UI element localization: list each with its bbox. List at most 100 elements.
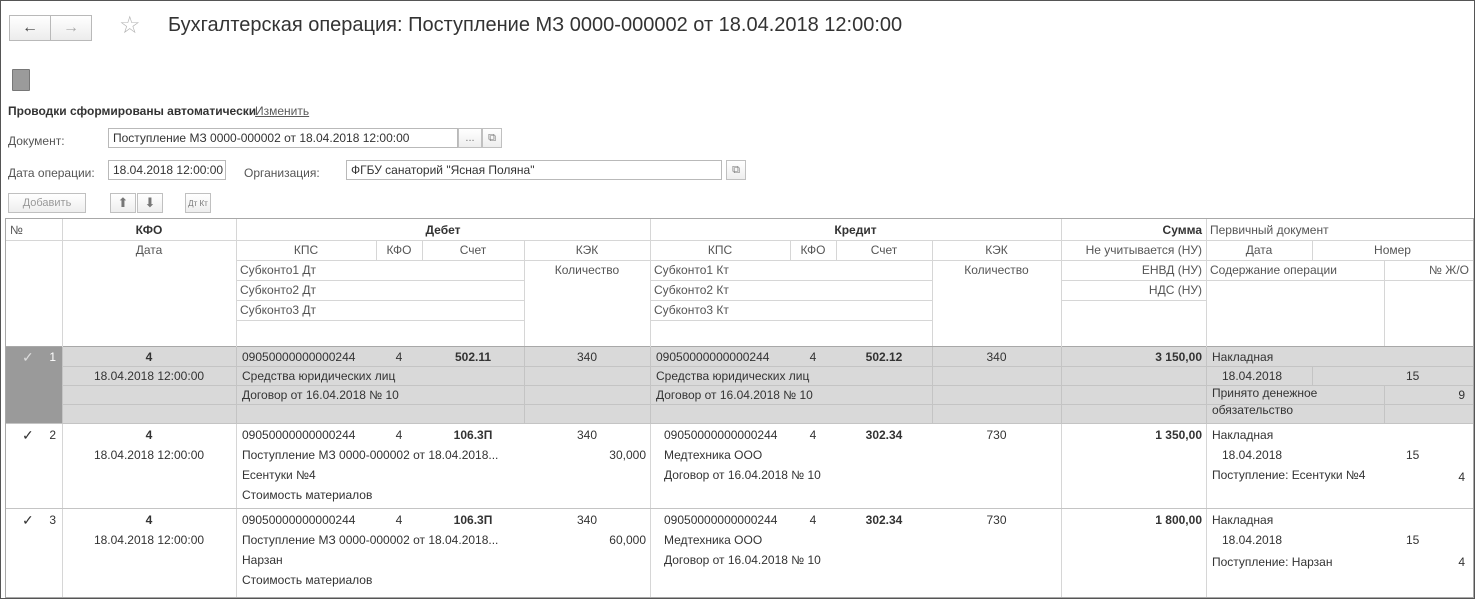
forward-arrow-icon: → (63, 19, 79, 36)
header-sub1-kt: Субконто1 Кт (654, 263, 729, 277)
header-dt-kek: КЭК (575, 243, 599, 257)
header-qty-kt: Количество (964, 263, 1029, 277)
header-sub3-dt: Субконто3 Дт (240, 303, 317, 317)
row-pd-date: 18.04.2018 (1222, 448, 1283, 462)
header-op-content: Содержание операции (1210, 263, 1337, 277)
row-no: 1 (49, 350, 56, 364)
row-date: 18.04.2018 12:00:00 (93, 369, 205, 383)
row-content: Принято денежное обязательство (1212, 386, 1318, 417)
row-dt-kfo: 4 (395, 428, 403, 442)
page-title: Бухгалтерская операция: Поступление МЗ 0… (168, 14, 903, 36)
row-jo: 4 (1458, 555, 1465, 569)
row-dt-sub1: Поступление МЗ 0000-000002 от 18.04.2018… (242, 448, 499, 462)
row-kt-sub2: Договор от 16.04.2018 № 10 (664, 553, 821, 567)
header-sub2-dt: Субконто2 Дт (240, 283, 317, 297)
row-content: Поступление: Нарзан (1212, 555, 1333, 569)
header-sub1-dt: Субконто1 Дт (240, 263, 317, 277)
row-kt-kek: 340 (986, 350, 1007, 364)
row-kt-kek: 730 (986, 513, 1007, 527)
row-pd-number: 15 (1406, 369, 1420, 383)
row-dt-sub2: Есентуки №4 (242, 468, 316, 482)
arrow-up-icon[interactable]: ⬆ (110, 193, 136, 213)
header-debit: Дебет (425, 223, 461, 237)
row-no: 3 (49, 513, 56, 527)
star-icon[interactable]: ☆ (119, 11, 141, 40)
row-dt-account: 502.11 (454, 350, 492, 364)
row-dt-kfo: 4 (395, 350, 403, 364)
row-jo: 4 (1458, 470, 1465, 484)
open-icon[interactable]: ⧉ (482, 128, 502, 148)
row-pd-date: 18.04.2018 (1222, 533, 1283, 547)
row-pd-date: 18.04.2018 (1222, 369, 1283, 383)
row-dt-kek: 340 (576, 428, 598, 442)
row-jo: 9 (1458, 388, 1465, 402)
row-kt-sub1: Средства юридических лиц (656, 369, 810, 383)
row-dt-kek: 340 (576, 513, 598, 527)
row-dt-sub1: Средства юридических лиц (242, 369, 396, 383)
row-no: 2 (49, 428, 56, 442)
postings-table: № КФО Дебет Кредит Сумма Первичный докум… (5, 218, 1474, 598)
header-kt-kek: КЭК (985, 243, 1008, 257)
row-kt-kps: 09050000000000244 (664, 428, 778, 442)
row-kt-sub1: Медтехника ООО (664, 448, 763, 462)
dtkt-icon[interactable]: Дт Кт (185, 193, 211, 213)
header-kt-kfo: КФО (800, 243, 826, 257)
row-pd-doc: Накладная (1212, 350, 1274, 364)
change-link[interactable]: Изменить (255, 104, 309, 118)
row-dt-kfo: 4 (395, 513, 403, 527)
select-button[interactable]: ... (458, 128, 482, 148)
row-kt-sub1: Медтехника ООО (664, 533, 763, 547)
header-primary-doc: Первичный документ (1210, 223, 1329, 237)
row-pd-number: 15 (1406, 533, 1420, 547)
add-button[interactable]: Добавить (8, 193, 86, 213)
row-kt-kfo: 4 (809, 513, 817, 527)
document-label: Документ: (8, 134, 65, 148)
row-dt-qty: 60,000 (609, 533, 646, 547)
row-sum: 1 800,00 (1155, 513, 1202, 527)
arrow-down-icon[interactable]: ⬇ (137, 193, 163, 213)
header-credit: Кредит (834, 223, 877, 237)
header-not-counted: Не учитывается (НУ) (1085, 243, 1202, 257)
row-date: 18.04.2018 12:00:00 (93, 448, 205, 462)
header-nds: НДС (НУ) (1148, 283, 1202, 297)
header-dt-kps: КПС (293, 243, 319, 257)
date-field[interactable]: 18.04.2018 12:00:00 (108, 160, 226, 180)
row-kt-sub2: Договор от 16.04.2018 № 10 (656, 388, 813, 402)
row-dt-account: 106.3П (453, 428, 493, 442)
header-kt-account: Счет (870, 243, 898, 257)
row-kt-kfo: 4 (809, 350, 817, 364)
forward-button[interactable]: → (50, 15, 92, 41)
header-dt-kfo: КФО (386, 243, 412, 257)
org-field[interactable]: ФГБУ санаторий "Ясная Поляна" (346, 160, 722, 180)
row-kt-kps: 09050000000000244 (656, 350, 770, 364)
document-field[interactable]: Поступление МЗ 0000-000002 от 18.04.2018… (108, 128, 458, 148)
row-kt-account: 302.34 (865, 428, 903, 442)
org-label: Организация: (244, 166, 320, 180)
back-button[interactable]: ← (9, 15, 51, 41)
header-date: Дата (135, 243, 163, 257)
header-pd-date: Дата (1245, 243, 1273, 257)
row-dt-sub3: Стоимость материалов (242, 573, 373, 587)
row-dt-sub3: Стоимость материалов (242, 488, 373, 502)
header-jo: № Ж/О (1429, 263, 1469, 277)
row-dt-kek: 340 (576, 350, 598, 364)
row-pd-doc: Накладная (1212, 513, 1274, 527)
header-pd-number: Номер (1374, 243, 1411, 257)
row-pd-doc: Накладная (1212, 428, 1274, 442)
header-dt-account: Счет (459, 243, 487, 257)
row-dt-kps: 09050000000000244 (242, 428, 356, 442)
row-kfo: 4 (145, 428, 153, 442)
header-no: № (10, 223, 23, 237)
row-dt-kps: 09050000000000244 (242, 350, 356, 364)
row-content: Поступление: Есентуки №4 (1212, 468, 1366, 482)
header-sum: Сумма (1162, 223, 1202, 237)
row-kt-kfo: 4 (809, 428, 817, 442)
row-kt-sub2: Договор от 16.04.2018 № 10 (664, 468, 821, 482)
save-icon[interactable] (12, 69, 30, 91)
date-label: Дата операции: (8, 166, 95, 180)
header-envd: ЕНВД (НУ) (1141, 263, 1202, 277)
row-dt-sub2: Договор от 16.04.2018 № 10 (242, 388, 399, 402)
row-sum: 1 350,00 (1155, 428, 1202, 442)
open-org-icon[interactable]: ⧉ (726, 160, 746, 180)
row-kt-kek: 730 (986, 428, 1007, 442)
